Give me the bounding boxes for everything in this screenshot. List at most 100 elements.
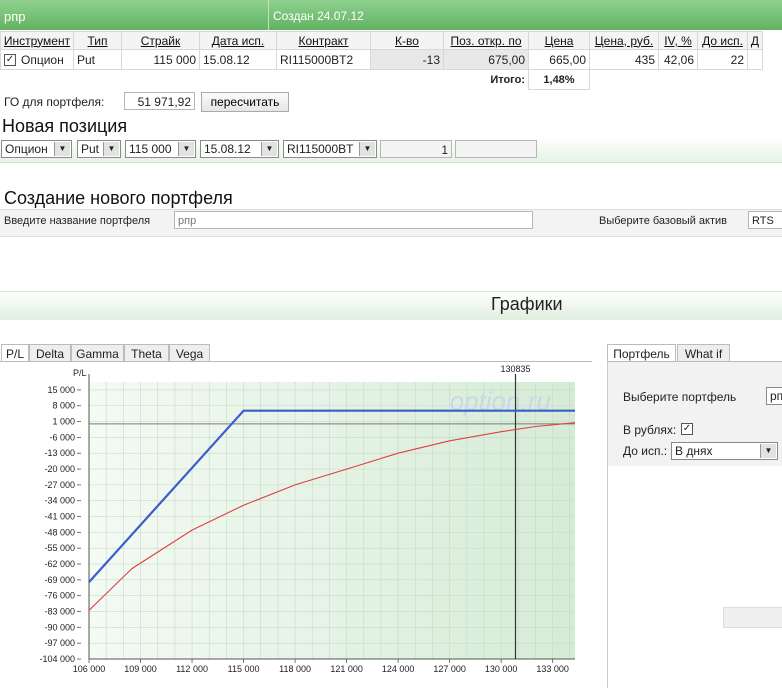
y-tick-label: -97 000 (44, 638, 75, 648)
portfolio-name: рпр (4, 9, 26, 24)
created-date: Создан 24.07.12 (268, 0, 364, 30)
row-instrument-cell: ✓ Опцион (0, 49, 74, 70)
select-portfolio-label: Выберите портфель (623, 390, 737, 404)
positions-table: Инструмент Тип Страйк Дата исп. Контракт… (0, 31, 763, 90)
chevron-down-icon: ▼ (178, 142, 194, 156)
y-tick-label: 8 000 (52, 401, 75, 411)
tab-gamma[interactable]: Gamma (71, 344, 124, 362)
np-qty-input[interactable]: 1 (380, 140, 452, 158)
tab-portfolio[interactable]: Портфель (607, 344, 676, 362)
x-tick-label: 133 000 (536, 664, 569, 674)
y-tick-label: -62 000 (44, 559, 75, 569)
row-iv: 42,06 (658, 49, 698, 70)
col-contract[interactable]: Контракт (276, 31, 371, 50)
x-tick-label: 121 000 (330, 664, 363, 674)
x-tick-label: 115 000 (228, 664, 260, 674)
col-open-price[interactable]: Поз. откр. по (443, 31, 529, 50)
col-type[interactable]: Тип (73, 31, 122, 50)
y-tick-label: -48 000 (44, 527, 75, 537)
y-tick-label: -69 000 (44, 575, 75, 585)
chevron-down-icon: ▼ (261, 142, 277, 156)
y-tick-label: -20 000 (44, 464, 75, 474)
row-checkbox[interactable]: ✓ (4, 54, 16, 67)
col-qty[interactable]: К-во (370, 31, 444, 50)
y-axis-label: P/L (73, 368, 87, 378)
y-tick-label: -13 000 (44, 448, 75, 458)
col-extra[interactable]: Д (747, 31, 763, 50)
tab-what-if[interactable]: What if (677, 344, 730, 362)
base-asset-label: Выберите базовый актив (599, 215, 727, 227)
tab-pl[interactable]: P/L (1, 344, 29, 362)
chevron-down-icon: ▼ (54, 142, 70, 156)
y-tick-label: -90 000 (44, 622, 75, 632)
table-row: ✓ Опцион Put 115 000 15.08.12 RI115000BT2… (0, 49, 763, 70)
portfolio-name-input[interactable]: рпр (174, 211, 533, 229)
new-portfolio-title: Создание нового портфеля (4, 188, 233, 208)
np-type-select[interactable]: Put ▼ (77, 140, 121, 158)
row-expiry: 15.08.12 (199, 49, 277, 70)
y-tick-label: -55 000 (44, 543, 75, 553)
np-strike-select[interactable]: 115 000 ▼ (125, 140, 196, 158)
np-expiry-select[interactable]: 15.08.12 ▼ (200, 140, 279, 158)
total-label: Итого: (490, 73, 525, 86)
table-header: Инструмент Тип Страйк Дата исп. Контракт… (0, 31, 763, 50)
row-type: Put (73, 49, 122, 70)
chevron-down-icon: ▼ (359, 142, 375, 156)
y-tick-label: -6 000 (49, 432, 75, 442)
col-expiry[interactable]: Дата исп. (199, 31, 277, 50)
x-tick-label: 112 000 (176, 664, 208, 674)
x-tick-label: 109 000 (124, 664, 157, 674)
np-contract-select[interactable]: RI115000BT ▼ (283, 140, 377, 158)
portfolio-header: рпр Создан 24.07.12 (0, 0, 782, 30)
row-extra (747, 49, 763, 70)
np-price-input[interactable] (455, 140, 537, 158)
row-price-rub: 435 (589, 49, 659, 70)
select-portfolio-dropdown[interactable]: рп (766, 387, 782, 405)
x-tick-label: 127 000 (433, 664, 466, 674)
total-value: 1,48% (528, 69, 590, 90)
panel-action-area[interactable] (723, 607, 782, 628)
np-instrument-select[interactable]: Опцион ▼ (1, 140, 72, 158)
y-tick-label: -34 000 (44, 496, 75, 506)
portfolio-name-label: Введите название портфеля (4, 215, 151, 227)
y-tick-label: 1 000 (52, 417, 75, 427)
recalc-button[interactable]: пересчитать (201, 92, 289, 112)
y-tick-label: 15 000 (47, 385, 75, 395)
tab-delta[interactable]: Delta (29, 344, 71, 362)
row-qty[interactable]: -13 (370, 49, 444, 70)
x-tick-label: 106 000 (73, 664, 106, 674)
col-iv[interactable]: IV, % (658, 31, 698, 50)
y-tick-label: -76 000 (44, 591, 75, 601)
col-days[interactable]: До исп. (697, 31, 748, 50)
rub-checkbox[interactable]: ✓ (681, 423, 693, 435)
row-days: 22 (697, 49, 748, 70)
go-label: ГО для портфеля: (4, 95, 105, 109)
x-tick-label: 118 000 (279, 664, 311, 674)
tab-theta[interactable]: Theta (124, 344, 169, 362)
row-price: 665,00 (528, 49, 590, 70)
col-price-rub[interactable]: Цена, руб. (589, 31, 659, 50)
col-instrument[interactable]: Инструмент (0, 31, 74, 50)
base-asset-input[interactable]: RTS (748, 211, 782, 229)
charts-section-bar (0, 291, 782, 320)
current-price-label: 130835 (500, 364, 530, 374)
row-instrument: Опцион (21, 52, 64, 67)
pl-chart: 15 000 8 000 1 000 -6 000 -13 000 -20 000 -27 … (39, 364, 576, 674)
go-value: 51 971,92 (124, 92, 195, 110)
y-tick-label: -83 000 (44, 607, 75, 617)
charts-title: Графики (491, 294, 563, 314)
row-strike: 115 000 (121, 49, 200, 70)
col-strike[interactable]: Страйк (121, 31, 200, 50)
tab-vega[interactable]: Vega (169, 344, 210, 362)
x-tick-label: 124 000 (382, 664, 415, 674)
row-open-price[interactable]: 675,00 (443, 49, 529, 70)
totals-row: Итого: 1,48% (1, 69, 763, 90)
new-position-title: Новая позиция (2, 116, 128, 136)
expiry-mode-select[interactable]: В днях ▼ (671, 442, 778, 460)
y-tick-label: -41 000 (44, 512, 75, 522)
col-price[interactable]: Цена (528, 31, 590, 50)
chevron-down-icon: ▼ (760, 444, 776, 458)
rub-label: В рублях: (623, 423, 677, 437)
row-contract: RI115000BT2 (276, 49, 371, 70)
y-tick-label: -27 000 (44, 480, 75, 490)
